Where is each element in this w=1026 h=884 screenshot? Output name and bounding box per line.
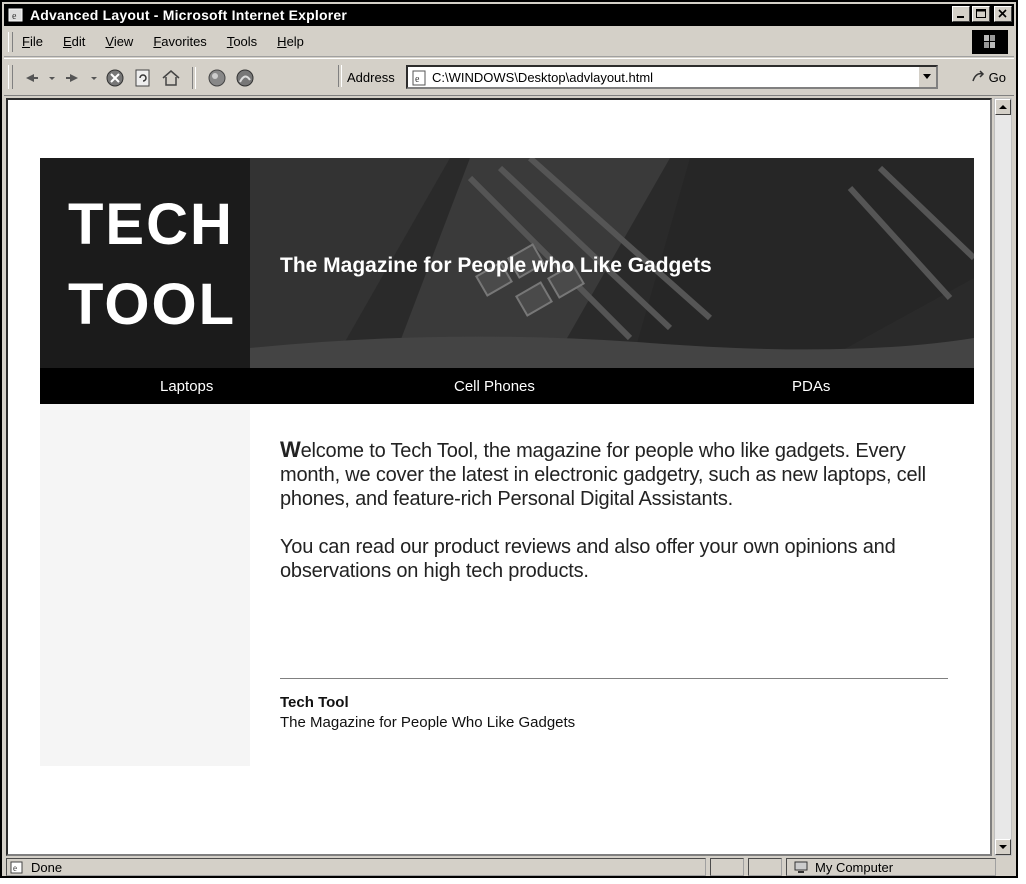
computer-icon bbox=[794, 861, 808, 873]
toolbar-separator bbox=[338, 65, 342, 87]
header-banner: TECH TOOL The Magazine for People who Li… bbox=[40, 158, 974, 368]
close-button[interactable] bbox=[994, 6, 1012, 22]
home-icon[interactable] bbox=[160, 68, 182, 88]
ie-page-icon: e bbox=[8, 8, 23, 22]
forward-dropdown-icon[interactable] bbox=[90, 68, 98, 88]
svg-text:e: e bbox=[13, 863, 17, 873]
page-status-icon: e bbox=[10, 861, 23, 874]
window-title: Advanced Layout - Microsoft Internet Exp… bbox=[30, 7, 348, 23]
stop-icon[interactable] bbox=[104, 68, 126, 88]
favorites-icon[interactable] bbox=[234, 68, 256, 88]
minimize-icon bbox=[957, 16, 964, 18]
menu-favorites[interactable]: Favorites bbox=[153, 34, 206, 49]
standard-toolbar: Address e C:\WINDOWS\Desktop\advlayout.h… bbox=[4, 58, 1014, 96]
minimize-button[interactable] bbox=[952, 6, 970, 22]
go-arrow-icon bbox=[971, 70, 984, 82]
nav-link-cell-phones[interactable]: Cell Phones bbox=[454, 378, 535, 395]
menu-grip[interactable] bbox=[8, 32, 13, 52]
maximize-button[interactable] bbox=[972, 6, 990, 22]
menu-help[interactable]: Help bbox=[277, 34, 304, 49]
status-text-panel: e Done bbox=[6, 858, 706, 876]
toolbar-separator bbox=[192, 67, 196, 89]
arrow-down-icon bbox=[999, 845, 1007, 849]
go-label: Go bbox=[988, 69, 1006, 85]
status-text: Done bbox=[31, 860, 63, 875]
menu-file[interactable]: File bbox=[22, 34, 43, 49]
menu-view[interactable]: View bbox=[105, 34, 133, 49]
close-icon bbox=[998, 9, 1007, 18]
back-dropdown-icon[interactable] bbox=[48, 68, 56, 88]
windows-logo-icon bbox=[972, 30, 1008, 54]
welcome-text: elcome to Tech Tool, the magazine for pe… bbox=[280, 440, 926, 510]
browser-window: e Advanced Layout - Microsoft Internet E… bbox=[0, 0, 1018, 878]
back-icon[interactable] bbox=[20, 68, 42, 88]
security-zone: My Computer bbox=[786, 858, 996, 876]
nav-bar: Laptops Cell Phones PDAs bbox=[40, 368, 974, 404]
zone-label: My Computer bbox=[815, 860, 894, 875]
nav-link-laptops[interactable]: Laptops bbox=[160, 378, 213, 395]
menu-bar: File Edit View Favorites Tools Help bbox=[4, 28, 1014, 57]
address-bar[interactable]: e C:\WINDOWS\Desktop\advlayout.html bbox=[406, 65, 938, 89]
left-sidebar bbox=[40, 404, 250, 766]
footer-title: Tech Tool bbox=[280, 694, 349, 711]
logo-line-2: TOOL bbox=[68, 272, 237, 337]
tagline: The Magazine for People who Like Gadgets bbox=[280, 254, 712, 277]
drop-cap: W bbox=[280, 437, 301, 462]
svg-text:e: e bbox=[415, 74, 420, 85]
address-dropdown-button[interactable] bbox=[918, 67, 936, 87]
scroll-up-button[interactable] bbox=[995, 99, 1011, 115]
status-progress-cell bbox=[710, 858, 744, 876]
status-security-cell bbox=[748, 858, 782, 876]
menu-tools[interactable]: Tools bbox=[227, 34, 257, 49]
scroll-down-button[interactable] bbox=[995, 839, 1011, 855]
logo: TECH TOOL bbox=[40, 158, 250, 368]
footer-subtitle: The Magazine for People Who Like Gadgets bbox=[280, 714, 576, 731]
main-content: Welcome to Tech Tool, the magazine for p… bbox=[280, 438, 960, 607]
address-input[interactable]: C:\WINDOWS\Desktop\advlayout.html bbox=[432, 70, 653, 85]
search-icon[interactable] bbox=[206, 68, 228, 88]
status-bar: e Done My Computer bbox=[4, 858, 1014, 878]
menu-edit[interactable]: Edit bbox=[63, 34, 85, 49]
page-viewport[interactable]: TECH TOOL The Magazine for People who Li… bbox=[6, 98, 992, 856]
refresh-icon[interactable] bbox=[132, 68, 154, 88]
forward-icon[interactable] bbox=[62, 68, 84, 88]
vertical-scrollbar[interactable] bbox=[994, 98, 1012, 856]
go-button[interactable]: Go bbox=[970, 69, 1006, 85]
svg-text:e: e bbox=[12, 11, 17, 22]
reviews-paragraph: You can read our product reviews and als… bbox=[280, 536, 896, 582]
title-bar[interactable]: e Advanced Layout - Microsoft Internet E… bbox=[4, 4, 1014, 26]
toolbar-grip[interactable] bbox=[8, 65, 13, 89]
footer-divider bbox=[280, 678, 948, 679]
logo-line-1: TECH bbox=[68, 192, 234, 257]
maximize-icon bbox=[976, 9, 986, 18]
nav-link-pdas[interactable]: PDAs bbox=[792, 378, 830, 395]
welcome-paragraph: Welcome to Tech Tool, the magazine for p… bbox=[280, 438, 960, 511]
page-icon: e bbox=[412, 70, 426, 86]
chevron-down-icon bbox=[923, 74, 931, 79]
address-label: Address bbox=[347, 70, 395, 85]
arrow-up-icon bbox=[999, 105, 1007, 109]
